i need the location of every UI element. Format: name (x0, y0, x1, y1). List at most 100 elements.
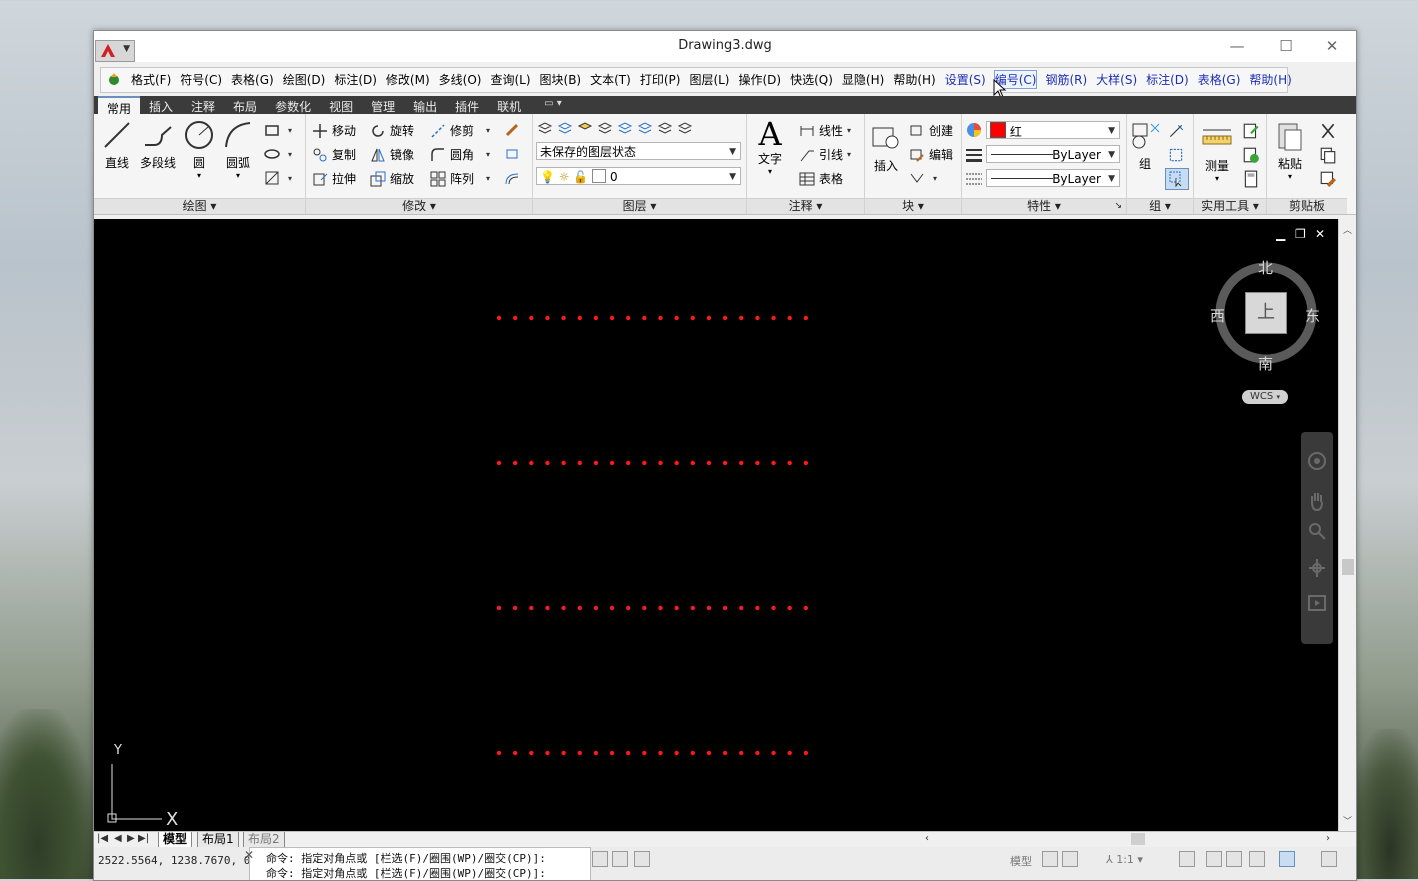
layer-off-icon[interactable] (677, 120, 693, 136)
drawing-point[interactable] (739, 750, 744, 756)
drawing-point[interactable] (642, 605, 647, 611)
compass-south[interactable]: 南 (1258, 353, 1273, 374)
ribbon-tab[interactable]: 注释 (182, 96, 224, 114)
menu-item[interactable]: 快选(Q) (790, 71, 833, 88)
trim-button[interactable]: 修剪 ▾ (430, 122, 490, 139)
lock-icon[interactable] (1226, 851, 1242, 867)
drawing-point[interactable] (642, 750, 647, 756)
dimension-button[interactable]: 线性 ▾ (799, 122, 851, 139)
menu-item[interactable]: 标注(D) (1146, 71, 1189, 88)
copy-button[interactable]: 复制 (312, 146, 356, 163)
viewport-close-button[interactable]: ✕ (1315, 227, 1325, 241)
osnap-toggle-icon[interactable] (634, 851, 650, 867)
drawing-point[interactable] (561, 460, 566, 466)
last-layout-icon[interactable]: ▶| (138, 833, 149, 844)
panel-modify-title[interactable]: 修改 ▾ (306, 198, 532, 214)
compass-east[interactable]: 东 (1305, 305, 1320, 326)
ribbon-tab[interactable]: 视图 (320, 96, 362, 114)
close-button[interactable]: ✕ (1309, 35, 1355, 59)
maximize-button[interactable]: ☐ (1263, 35, 1309, 59)
drawing-point[interactable] (658, 750, 663, 756)
drawing-point[interactable] (545, 750, 550, 756)
quick-view-layouts-icon[interactable] (1042, 851, 1058, 867)
drawing-point[interactable] (771, 315, 776, 321)
create-block-button[interactable]: 创建 (909, 122, 953, 139)
drawing-point[interactable] (787, 315, 792, 321)
steering-wheel-icon[interactable] (1307, 450, 1327, 472)
tab-layout2[interactable]: 布局2 (243, 832, 285, 848)
ribbon-tab[interactable]: 布局 (224, 96, 266, 114)
drawing-point[interactable] (577, 605, 582, 611)
layer-isolate-icon[interactable] (577, 120, 593, 136)
wcs-menu-button[interactable]: WCS ▾ (1242, 390, 1288, 404)
drawing-point[interactable] (642, 315, 647, 321)
drawing-point[interactable] (690, 605, 695, 611)
drawing-point[interactable] (609, 605, 615, 611)
group-selection-toggle[interactable] (1165, 168, 1189, 190)
drawing-point[interactable] (739, 605, 744, 611)
drawing-point[interactable] (787, 750, 792, 756)
menu-item[interactable]: 标注(D) (334, 71, 377, 88)
dialog-launcher-icon[interactable]: ↘ (1114, 199, 1122, 214)
drawing-point[interactable] (771, 605, 776, 611)
drawing-point[interactable] (739, 460, 744, 466)
menu-item[interactable]: 格式(F) (131, 71, 171, 88)
drawing-point[interactable] (690, 460, 695, 466)
drawing-point[interactable] (626, 750, 631, 756)
ribbon-tab[interactable]: 常用 (98, 96, 141, 116)
drawing-point[interactable] (529, 750, 534, 756)
drawing-point[interactable] (545, 460, 550, 466)
menu-item[interactable]: 设置(S) (945, 71, 986, 88)
scale-button[interactable]: 缩放 (370, 170, 414, 187)
drawing-point[interactable] (529, 460, 534, 466)
drawing-point[interactable] (529, 605, 534, 611)
drawing-canvas[interactable]: ▁ ❐ ✕ 北 南 东 西 上 WCS ▾ Y X (94, 219, 1338, 831)
drawing-point[interactable] (803, 750, 809, 756)
drawing-point[interactable] (512, 605, 518, 611)
text-button[interactable]: A 文字 ▾ (753, 118, 787, 176)
drawing-point[interactable] (496, 460, 502, 466)
ribbon-panel-toggle-icon[interactable]: ▭ ▾ (544, 96, 562, 114)
drawing-point[interactable] (690, 750, 695, 756)
drawing-point[interactable] (755, 460, 760, 466)
table-button[interactable]: 表格 (799, 170, 843, 187)
panel-annotation-title[interactable]: 注释 ▾ (747, 198, 864, 214)
isolate-objects-icon[interactable] (1279, 851, 1295, 867)
lineweight-dropdown[interactable]: ByLayer ▼ (986, 145, 1120, 163)
drawing-point[interactable] (545, 605, 550, 611)
panel-group-title[interactable]: 组 ▾ (1127, 198, 1193, 214)
drawing-point[interactable] (512, 315, 518, 321)
drawing-point[interactable] (577, 315, 582, 321)
drawing-point[interactable] (722, 750, 728, 756)
layer-freeze-icon[interactable] (657, 120, 673, 136)
drawing-point[interactable] (722, 315, 728, 321)
minimize-button[interactable]: — (1214, 35, 1260, 59)
menu-item[interactable]: 文本(T) (590, 71, 631, 88)
linetype-icon[interactable] (966, 172, 982, 186)
drawing-point[interactable] (626, 315, 631, 321)
layer-state-dropdown[interactable]: 未保存的图层状态 ▼ (536, 142, 741, 160)
viewcube-top-face[interactable]: 上 (1245, 292, 1287, 334)
drawing-point[interactable] (512, 750, 518, 756)
drawing-point[interactable] (658, 460, 663, 466)
menu-item[interactable]: 符号(C) (180, 71, 222, 88)
drawing-point[interactable] (609, 460, 615, 466)
drawing-point[interactable] (496, 605, 502, 611)
scroll-left-icon[interactable]: ‹ (925, 833, 929, 844)
hardware-accel-icon[interactable] (1249, 851, 1265, 867)
color-dropdown[interactable]: 红 ▼ (986, 121, 1120, 139)
drawing-point[interactable] (722, 605, 728, 611)
command-window[interactable]: ✕ 命令: 指定对角点或 [栏选(F)/圈围(WP)/圈交(CP)]: 命令: … (244, 847, 591, 880)
drawing-point[interactable] (706, 315, 712, 321)
next-layout-icon[interactable]: ▶ (127, 833, 135, 844)
menu-item[interactable]: 操作(D) (739, 71, 782, 88)
drawing-point[interactable] (593, 315, 599, 321)
menu-item[interactable]: 大样(S) (1096, 71, 1137, 88)
menu-item[interactable]: 多线(O) (439, 71, 482, 88)
layer-dropdown[interactable]: 💡 ☼ 🔓 0 ▼ (536, 167, 741, 185)
plugin-logo-icon[interactable] (106, 71, 122, 87)
viewport-minimize-button[interactable]: ▁ (1276, 227, 1285, 241)
drawing-point[interactable] (577, 750, 582, 756)
workspace-gear-icon[interactable] (1206, 851, 1222, 867)
drawing-point[interactable] (593, 460, 599, 466)
